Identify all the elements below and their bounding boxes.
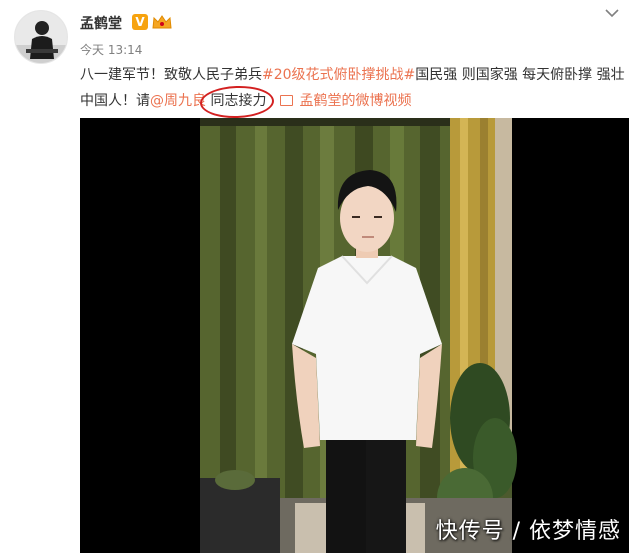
video-watermark: 快传号 / 依梦情感 bbox=[435, 519, 621, 544]
verified-badge: V bbox=[132, 14, 148, 30]
mention-link[interactable]: @周九良 bbox=[150, 93, 206, 109]
hashtag-link[interactable]: #20级花式俯卧撑挑战# bbox=[262, 67, 415, 83]
post-text: 八一建军节！致敬人民子弟兵#20级花式俯卧撑挑战#国民强 则国家强 每天俯卧撑 … bbox=[80, 62, 625, 114]
video-frame bbox=[80, 118, 629, 553]
video-player[interactable]: 快传号 / 依梦情感 bbox=[80, 118, 629, 553]
chevron-down-icon[interactable] bbox=[605, 8, 619, 18]
user-avatar[interactable] bbox=[14, 10, 68, 64]
crown-icon bbox=[152, 15, 172, 29]
video-link[interactable]: 孟鹤堂的微博视频 bbox=[280, 93, 411, 109]
video-link-label[interactable]: 孟鹤堂的微博视频 bbox=[299, 93, 411, 109]
post-timestamp[interactable]: 今天 13:14 bbox=[80, 41, 142, 58]
video-icon bbox=[280, 95, 294, 106]
post-text-part1: 八一建军节！致敬人民子弟兵 bbox=[80, 67, 262, 83]
username[interactable]: 孟鹤堂 bbox=[80, 13, 122, 33]
